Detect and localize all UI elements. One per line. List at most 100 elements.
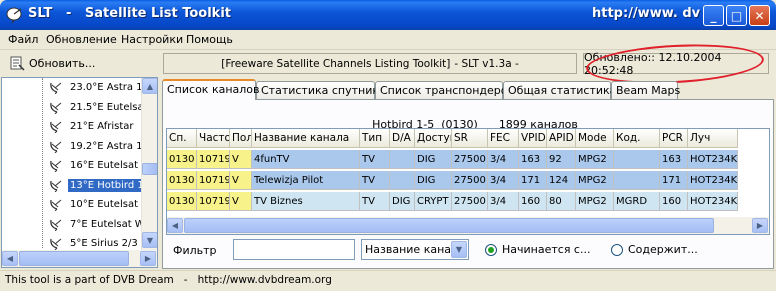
tree-item[interactable]: 13°E Hotbird 1-5 [2,176,142,196]
filter-field-select[interactable]: Название канал ▼ [361,239,469,260]
table-cell: TV [360,192,390,211]
table-cell: 10719 [197,192,230,211]
scroll-up-icon[interactable]: ▲ [142,78,157,94]
satellite-dish-icon [50,238,62,250]
table-cell: DIG [390,192,415,211]
table-cell: MPG2 [576,171,614,190]
tree-item-label: 16°E Eutelsat W2 [70,160,142,172]
menu-settings[interactable]: Настройки [121,33,183,46]
channel-grid[interactable]: ◀ ▶ Сп. Часто Пол Название канала Тип D/A Дост… [166,128,770,235]
scroll-down-icon[interactable]: ▼ [142,232,157,248]
filter-label: Фильтр [173,244,217,257]
table-cell: 4funTV [252,150,360,169]
menu-help[interactable]: Помощь [186,33,233,46]
column-header[interactable]: Тип [360,129,390,148]
satellite-dish-icon [6,7,22,23]
table-row[interactable]: 0130 10719 V 4funTV TV DIG 27500 3/4 163 92 MPG2 16… [167,150,738,169]
column-header[interactable]: APID [547,129,576,148]
column-header[interactable]: FEC [488,129,519,148]
close-button[interactable]: ✕ [749,5,770,26]
radio-starts-label: Начинается с... [502,243,591,256]
tree-item[interactable]: 21°E Afristar [2,117,142,137]
table-cell [390,171,415,190]
column-header[interactable]: SR [452,129,488,148]
satellite-dish-icon [50,160,62,172]
tree-item[interactable]: 19.2°E Astra 1A- [2,137,142,157]
filter-input[interactable] [233,239,355,260]
tree-horizontal-scrollbar[interactable]: ◀ ▶ [2,250,157,267]
channel-list-panel: Hotbird 1-5 (0130) 1899 каналов ◀ ▶ Сп. Ч… [162,99,774,269]
tree-item[interactable]: 7°E Eutelsat W3 [2,215,142,235]
tab-beam-maps[interactable]: Beam Maps [611,81,680,99]
scroll-thumb[interactable] [142,163,157,175]
maximize-icon: □ [730,8,743,23]
update-button[interactable]: Обновить... [5,52,97,74]
scroll-thumb[interactable] [19,251,129,266]
tree-item[interactable]: 16°E Eutelsat W2 [2,156,142,176]
scroll-left-icon[interactable]: ◀ [2,251,18,266]
satellite-tree[interactable]: 23.0°E Astra 1D 21.5°E Eutelsat 21°E Afris… [1,77,158,268]
tab-general-stats[interactable]: Общая статистика [503,81,616,99]
table-cell: 171 [660,171,688,190]
table-cell: TV [360,171,390,190]
tree-item-label: 19.2°E Astra 1A- [70,140,142,152]
column-header[interactable]: VPID [519,129,547,148]
tree-item-label: 13°E Hotbird 1-5 [67,177,142,193]
tree-vertical-scrollbar[interactable]: ▲ ▼ [141,78,157,250]
table-cell: TV [360,150,390,169]
tree-item-label: 10°E Eutelsat W1 [70,199,142,211]
table-cell: 80 [547,192,576,211]
column-header[interactable]: Луч [688,129,738,148]
table-cell: TV Biznes [252,192,360,211]
filter-field-value: Название канал [365,243,459,256]
tab-transponder-list[interactable]: Список транспондеров [375,81,514,99]
table-cell: 3/4 [488,150,519,169]
column-header[interactable]: Сп. [167,129,197,148]
column-header[interactable]: PCR [660,129,688,148]
satellite-dish-icon [50,219,62,231]
tree-item[interactable]: 23.0°E Astra 1D [2,78,142,98]
menu-file[interactable]: Файл [8,33,38,46]
table-cell: 10719 [197,150,230,169]
menu-update[interactable]: Обновление [46,33,117,46]
table-cell: 27500 [452,192,488,211]
banner-left: [Freeware Satellite Channels Listing Too… [221,57,451,70]
scroll-right-icon[interactable]: ▶ [140,251,156,266]
column-header[interactable]: Пол [230,129,252,148]
column-header[interactable]: Название канала [252,129,360,148]
column-header[interactable]: Доступ [415,129,452,148]
radio-starts-with[interactable]: Начинается с... [485,243,590,256]
chevron-down-icon[interactable]: ▼ [451,241,467,258]
window-title: SLT - Satellite List Toolkit [28,6,231,21]
table-cell: 3/4 [488,171,519,190]
column-header[interactable]: Код. [614,129,660,148]
tree-item[interactable]: 21.5°E Eutelsat [2,98,142,118]
scroll-thumb[interactable] [184,218,714,233]
table-cell: 160 [660,192,688,211]
table-cell: HOT234KW [688,171,738,190]
column-header[interactable]: D/A [390,129,415,148]
column-header[interactable]: Mode [576,129,614,148]
tree-item-label: 21°E Afristar [70,121,134,133]
table-cell: MPG2 [576,192,614,211]
satellite-dish-icon [50,82,62,94]
tab-channel-list[interactable]: Список каналов [162,79,260,100]
table-row[interactable]: 0130 10719 V Telewizja Pilot TV DIG 27500 3/4 17… [167,171,738,190]
table-cell: 27500 [452,171,488,190]
minimize-button[interactable]: _ [703,5,724,26]
scroll-right-icon[interactable]: ▶ [752,218,768,233]
satellite-dish-icon [50,121,62,133]
toolbar: Обновить... [Freeware Satellite Channels… [0,51,776,77]
table-cell: MPG2 [576,150,614,169]
grid-horizontal-scrollbar[interactable]: ◀ ▶ [167,217,769,234]
tree-item-label: 5°E Sirius 2/3 [70,238,138,250]
tab-satellite-stats[interactable]: Статистика спутника [256,81,386,99]
maximize-button[interactable]: □ [726,5,747,26]
radio-contains[interactable]: Содержит... [611,243,698,256]
tree-item[interactable]: 10°E Eutelsat W1 [2,195,142,215]
radio-contains-label: Содержит... [628,243,698,256]
table-row[interactable]: 0130 10719 V TV Biznes TV DIG CRYPT 27500 3/4 160… [167,192,738,211]
scroll-left-icon[interactable]: ◀ [167,218,183,233]
column-header[interactable]: Часто [197,129,230,148]
radio-unselected-icon [611,243,623,256]
